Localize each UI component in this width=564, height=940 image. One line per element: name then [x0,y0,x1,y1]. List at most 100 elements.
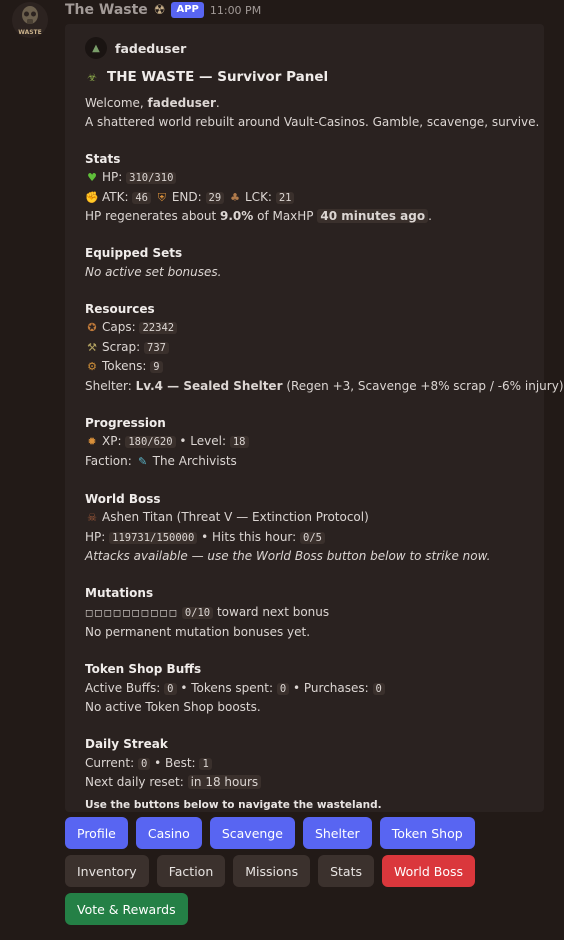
titan-icon: ☠ [87,511,97,524]
purchases-value: 0 [372,682,385,695]
streak-line: Current: 0 • Best: 1 [85,754,532,774]
boss-note: Attacks available — use the World Boss b… [85,549,491,563]
author-avatar-icon: ▲ [85,37,107,59]
reset-line: Next daily reset: in 18 hours [85,773,532,792]
equipped-text: No active set bonuses. [85,264,222,279]
end-label: END: [171,189,202,204]
shelter-line: Shelter: Lv.4 — Sealed Shelter (Regen +3… [85,377,564,396]
active-buffs-value: 0 [164,682,177,695]
tokens-spent-value: 0 [276,682,290,695]
lck-value: 21 [275,191,295,204]
bot-avatar[interactable]: WASTE [12,2,48,38]
embed-author: ▲ fadeduser [85,37,532,59]
active-buffs-label: Active Buffs: [85,680,161,695]
embed-title-text: THE WASTE — Survivor Panel [107,69,329,85]
heart-icon: ♥ [87,171,97,184]
button-row-2: Inventory Faction Missions Stats World B… [65,855,476,887]
boss-hp-line: HP: 119731/150000 • Hits this hour: 0/5 [85,528,532,548]
casino-button[interactable]: Casino [135,817,202,849]
faction-line: Faction: ✎ The Archivists [85,452,532,472]
bottle-cap-icon: ✪ [87,321,97,334]
best-streak-label: • Best: [150,755,196,770]
regen-suffix: . [428,209,432,223]
scrap-label: Scrap: [102,339,141,354]
mutation-progress-value: 0/10 [181,606,214,619]
role-icon: ☢ [153,2,166,18]
regen-prefix: HP regenerates about [85,209,220,223]
token-shop-stats-line: Active Buffs: 0 • Tokens spent: 0 • Purc… [85,679,532,699]
inventory-button[interactable]: Inventory [65,855,149,887]
hp-value: 310/310 [126,172,177,184]
hits-value: 0/5 [300,531,325,544]
faction-value: The Archivists [152,453,237,468]
welcome-prefix: Welcome, [85,96,148,110]
welcome-user: fadeduser [147,96,216,110]
mutation-progress-line: ◻◻◻◻◻◻◻◻◻◻ 0/10 toward next bonus [85,603,532,624]
caps-label: Caps: [102,320,136,334]
boss-hp-value: 119731/150000 [109,531,198,544]
atk-value: 46 [132,191,152,204]
button-row-1: Profile Casino Scavenge Shelter Token Sh… [65,817,475,849]
button-row-3: Vote & Rewards [65,893,188,925]
boss-name: Ashen Titan (Threat V — Extinction Proto… [102,510,369,524]
best-streak-value: 1 [199,757,212,770]
shelter-button[interactable]: Shelter [302,817,372,849]
faction-button[interactable]: Faction [156,855,226,887]
gas-mask-logo-icon: WASTE [12,2,48,38]
hp-line: ♥ HP: 310/310 [85,168,532,188]
token-shop-button[interactable]: Token Shop [379,817,475,849]
reset-value: in 18 hours [187,775,262,789]
xp-badge-icon: ✹ [87,435,97,448]
lck-label: LCK: [245,189,272,204]
profile-button[interactable]: Profile [65,817,128,849]
vote-rewards-button[interactable]: Vote & Rewards [65,893,188,925]
bot-name[interactable]: The Waste [65,2,148,18]
shelter-detail: (Regen +3, Scavenge +8% scrap / -6% inju… [282,378,564,393]
tokens-label: Tokens: [102,359,147,373]
tokens-line: ⚙ Tokens: 9 [85,357,532,377]
level-value: 18 [229,436,249,448]
hits-label: • Hits this hour: [197,529,297,544]
tokens-spent-label: • Tokens spent: [176,680,274,695]
caps-value: 22342 [139,322,178,334]
welcome-line: Welcome, fadeduser. [85,94,532,113]
shield-icon: ⛨ [157,190,166,204]
current-streak-value: 0 [137,757,151,770]
token-shop-heading: Token Shop Buffs [85,662,202,676]
level-label: • Level: [175,434,227,448]
mutation-progress-suffix: toward next bonus [213,604,330,619]
hp-label: HP: [102,170,123,184]
timestamp: 11:00 PM [209,3,262,17]
boss-hp-label: HP: [85,529,106,544]
reset-label: Next daily reset: [85,775,184,789]
scavenge-button[interactable]: Scavenge [209,817,295,849]
scrap-line: ⚒ Scrap: 737 [85,338,532,358]
regen-mid: of MaxHP [253,209,318,223]
message-header: The Waste ☢ APP 11:00 PM [65,0,261,20]
intro-line: A shattered world rebuilt around Vault-C… [85,114,540,129]
resources-heading: Resources [85,301,155,316]
regen-time: 40 minutes ago [317,209,429,223]
survivor-panel-embed: ▲ fadeduser ☣ THE WASTE — Survivor Panel… [65,24,564,812]
stats-heading: Stats [85,151,121,166]
xp-line: ✹ XP: 180/620 • Level: 18 [85,432,532,452]
missions-button[interactable]: Missions [233,855,311,887]
world-boss-button[interactable]: World Boss [382,855,476,887]
progression-heading: Progression [85,415,166,430]
attributes-line: ✊ ATK: 46 ⛨ END: 29 ♣ LCK: 21 [85,188,532,208]
tokens-value: 9 [150,361,163,373]
avatar-logo-text: WASTE [18,29,42,36]
xp-label: XP: [102,434,122,448]
embed-title: ☣ THE WASTE — Survivor Panel [85,68,532,86]
archive-book-icon: ✎ [138,454,148,468]
atk-label: ATK: [102,189,129,204]
scrap-value: 737 [144,341,169,354]
clover-icon: ♣ [230,190,240,204]
stats-button[interactable]: Stats [318,855,375,887]
mutation-text: No permanent mutation bonuses yet. [85,625,311,639]
daily-streak-heading: Daily Streak [85,737,168,751]
embed-footer: Use the buttons below to navigate the wa… [85,798,382,811]
equipped-heading: Equipped Sets [85,246,183,260]
biohazard-icon: ☣ [87,70,97,84]
mutation-progress-boxes: ◻◻◻◻◻◻◻◻◻◻ [85,607,179,619]
